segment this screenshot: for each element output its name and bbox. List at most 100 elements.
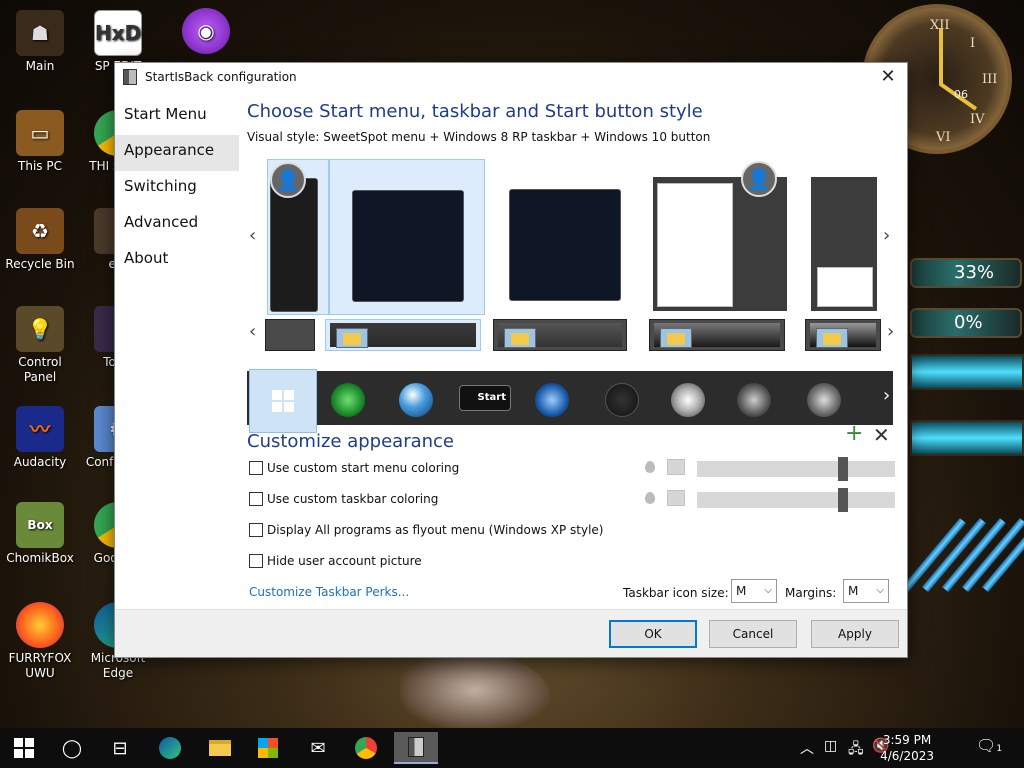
file-explorer-icon[interactable] (200, 732, 240, 764)
xp-start-button[interactable]: Start (459, 385, 511, 411)
date-text: 4/6/2023 (880, 749, 934, 763)
slider-thumb[interactable] (838, 457, 848, 481)
margins-select[interactable]: M ⌵ (843, 579, 889, 603)
taskbar-style-option[interactable] (805, 319, 881, 351)
nav-appearance[interactable]: Appearance (115, 135, 239, 171)
cancel-button[interactable]: Cancel (709, 620, 797, 648)
nav-start-menu[interactable]: Start Menu (115, 99, 239, 135)
task-view-icon[interactable]: ⊟ (100, 732, 140, 764)
desktop-icon-tor-browser[interactable]: ◉ (168, 8, 244, 57)
plus-icon[interactable]: + (845, 421, 863, 446)
store-icon[interactable] (248, 732, 288, 764)
edge-taskbar-icon[interactable] (150, 732, 190, 764)
chevron-left-icon[interactable]: ‹ (249, 321, 256, 342)
chevron-down-icon: ⌵ (876, 585, 884, 596)
windows-7-orb-icon[interactable] (399, 383, 433, 417)
tor-browser-icon: ◉ (182, 8, 230, 54)
silver-windows-orb-icon[interactable] (807, 383, 841, 417)
start-button-styles: Start › (247, 369, 893, 433)
nav-about[interactable]: About (115, 243, 239, 279)
power-orb-icon[interactable] (605, 383, 639, 417)
chevron-up-icon[interactable]: ︿ (800, 738, 814, 758)
folder-icon (660, 328, 692, 348)
style-heading: Choose Start menu, taskbar and Start but… (247, 101, 703, 122)
chevron-down-icon: ⌵ (764, 585, 772, 596)
checkbox-hide-account-picture[interactable]: Hide user account picture (249, 554, 422, 568)
time-text: 3:59 PM (882, 733, 932, 747)
opacity-drop-icon (645, 492, 655, 504)
checkbox[interactable] (249, 492, 263, 506)
dialog-footer: OK Cancel Apply (115, 609, 907, 657)
desktop-icon-control-panel[interactable]: 💡 Control Panel (2, 306, 78, 385)
checkbox[interactable] (249, 523, 263, 537)
search-icon[interactable]: ◯ (52, 732, 92, 764)
visual-style-text: Visual style: SweetSpot menu + Windows 8… (247, 130, 711, 144)
close-icon[interactable]: ✕ (875, 65, 901, 89)
blue-ring-orb-icon[interactable] (535, 383, 569, 417)
menu-style-option[interactable] (809, 159, 879, 315)
camera-icon[interactable]: ◫ (824, 738, 837, 754)
checkbox[interactable] (249, 461, 263, 475)
taskbar-style-option[interactable] (493, 319, 627, 351)
recycle-bin-icon: ♻ (16, 208, 64, 254)
opacity-drop-icon (645, 461, 655, 473)
taskbar-style-option[interactable] (649, 319, 785, 351)
clover-orb-icon[interactable] (331, 383, 365, 417)
customize-taskbar-perks-link[interactable]: Customize Taskbar Perks... (249, 585, 409, 599)
slider-thumb[interactable] (838, 488, 848, 512)
close-icon[interactable]: ✕ (873, 423, 890, 447)
icon-size-select[interactable]: M ⌵ (731, 579, 777, 603)
color-swatch[interactable] (667, 459, 685, 475)
start-button[interactable] (4, 732, 44, 764)
desktop-icon-audacity[interactable]: 〰 Audacity (2, 406, 78, 470)
system-clock[interactable]: 3:59 PM 4/6/2023 (880, 732, 934, 764)
desktop-icon-recycle-bin[interactable]: ♻ Recycle Bin (2, 208, 78, 272)
menu-style-option[interactable]: 👤 (267, 159, 329, 315)
network-icon[interactable]: 🖧 (848, 738, 864, 762)
checkbox-custom-taskbar-coloring[interactable]: Use custom taskbar coloring (249, 492, 438, 506)
menu-style-option-selected[interactable] (329, 159, 485, 315)
color-swatch[interactable] (667, 490, 685, 506)
user-avatar-icon: 👤 (741, 161, 777, 197)
hxd-icon: HxD (94, 10, 142, 56)
title-bar: StartIsBack configuration ✕ (115, 63, 907, 91)
notification-count: 1 (996, 744, 1003, 754)
start-menu-styles: ‹ 👤 👤 › (247, 159, 907, 315)
desktop-icon-main[interactable]: ☗ Main (2, 10, 78, 74)
menu-style-option[interactable] (505, 159, 623, 315)
chevron-left-icon[interactable]: ‹ (249, 225, 256, 246)
firefox-icon (16, 602, 64, 648)
margins-label: Margins: (785, 586, 837, 600)
taskbar-style-option[interactable] (265, 319, 315, 351)
this-pc-icon: ▭ (16, 110, 64, 156)
start-menu-color-slider[interactable] (697, 457, 895, 481)
chrome-taskbar-icon[interactable] (346, 732, 386, 764)
chevron-right-icon[interactable]: › (883, 385, 890, 406)
chevron-right-icon[interactable]: › (883, 225, 890, 246)
menu-style-option[interactable]: 👤 (651, 159, 789, 315)
checkbox[interactable] (249, 554, 263, 568)
white-windows-orb-icon[interactable] (671, 383, 705, 417)
mail-icon[interactable]: ✉ (298, 732, 338, 764)
taskbar-style-option-selected[interactable] (325, 319, 481, 351)
notification-icon[interactable]: 🗨1 (976, 736, 1002, 755)
windows-logo-icon (14, 738, 34, 758)
desktop-icon-this-pc[interactable]: ▭ This PC (2, 110, 78, 174)
taskbar-color-slider[interactable] (697, 488, 895, 512)
desktop-icon-firefox[interactable]: FURRYFOX UWU (2, 602, 78, 681)
apply-button[interactable]: Apply (811, 620, 899, 648)
glow-tube (910, 420, 1024, 456)
gray-windows-orb-icon[interactable] (737, 383, 771, 417)
customize-heading: Customize appearance (247, 431, 454, 452)
checkbox-custom-start-coloring[interactable]: Use custom start menu coloring (249, 461, 459, 475)
startisback-taskbar-icon[interactable] (394, 732, 438, 764)
checkbox-flyout-menu[interactable]: Display All programs as flyout menu (Win… (249, 523, 603, 537)
folder-icon (816, 328, 848, 348)
desktop-icon-chomikbox[interactable]: Box ChomikBox (2, 502, 78, 566)
ok-button[interactable]: OK (609, 620, 697, 648)
chevron-right-icon[interactable]: › (887, 321, 894, 342)
wallpaper-hand (400, 650, 550, 730)
start-button-option-selected[interactable] (249, 369, 317, 433)
nav-switching[interactable]: Switching (115, 171, 239, 207)
nav-advanced[interactable]: Advanced (115, 207, 239, 243)
